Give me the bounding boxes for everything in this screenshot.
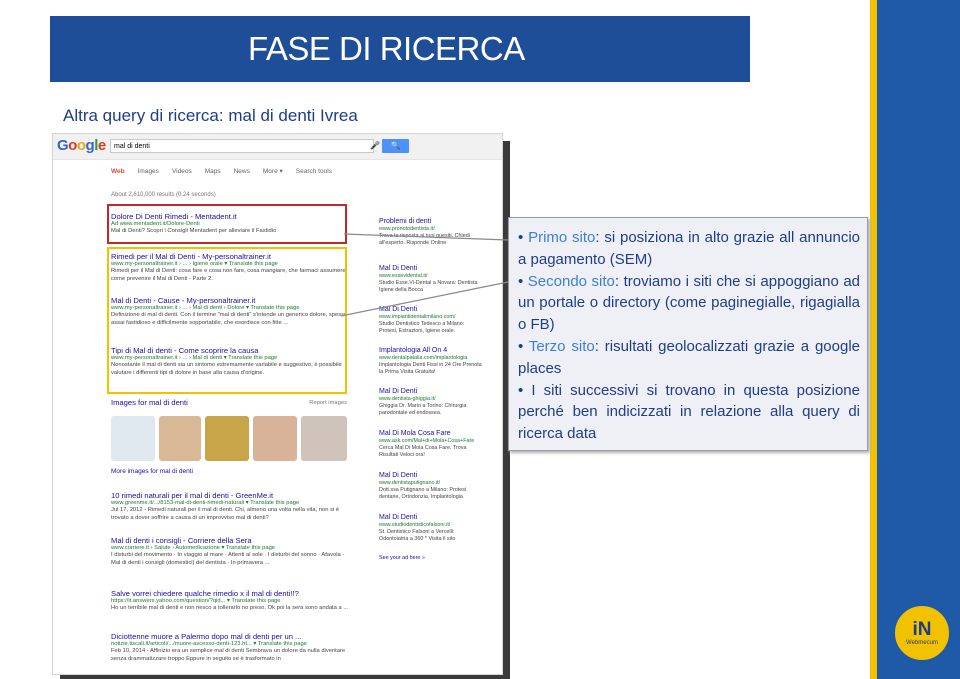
callout-item: • Terzo sito: risultati geolocalizzati g…: [518, 337, 860, 377]
callout-list: • Primo sito: si posiziona in alto grazi…: [518, 227, 860, 445]
callout-item: • I siti successivi si trovano in questa…: [518, 381, 860, 443]
result-title[interactable]: 10 rimedi naturali per il mal di denti -…: [111, 491, 351, 500]
brand-logo-sub: Webmecum: [906, 639, 938, 646]
callout-box: • Primo sito: si posiziona in alto grazi…: [508, 217, 868, 451]
result-title[interactable]: Mal di denti i consigli - Corriere della…: [111, 536, 351, 545]
search-input[interactable]: mal di denti: [110, 139, 374, 153]
local-url[interactable]: www.ask.com/Mal+di+Mola+Cosa+Fare: [379, 438, 484, 445]
local-url[interactable]: www.pronotodentista.it/: [379, 226, 484, 233]
local-title[interactable]: Problemi di denti: [379, 218, 484, 226]
local-url[interactable]: www.dentalpatalia.com/implantologia: [379, 355, 484, 362]
local-snippet: Ghiggia Dr. Mario a Torino: Chirurgia pa…: [379, 403, 467, 416]
local-result-4: Implantologia All On 4 www.dentalpatalia…: [379, 347, 484, 376]
search-tabs: Web Images Videos Maps News More ▾ Search tool…: [111, 167, 345, 175]
local-result-8: Mal Di Denti www.studiodentisticofalsoni…: [379, 514, 484, 543]
result-snippet: Jul 17, 2012 - Rimedi naturali per il ma…: [111, 507, 340, 521]
local-snippet: Studio Esse.Vi-Dental a Novara: Dentista…: [379, 280, 478, 293]
local-url[interactable]: www.studiodentisticofalsoni.it/: [379, 522, 484, 529]
local-snippet: Dott.ssa Putignano a Milano: Protesi den…: [379, 487, 467, 500]
local-snippet: Cerca Mal Di Mola Cosa Fare. Trova Risul…: [379, 445, 467, 458]
image-thumb[interactable]: [159, 416, 201, 461]
local-result-3: Mal Di Denti www.impiantidentalimilano.c…: [379, 306, 484, 335]
tab-images[interactable]: Images: [138, 168, 159, 175]
result-snippet: I disturbi del movimento · In viaggio al…: [111, 552, 345, 566]
image-strip: [111, 416, 351, 461]
local-result-5: Mal Di Denti www.dentista-ghiggia.it/ Gh…: [379, 388, 484, 417]
result-url[interactable]: www.greenme.it/.../8153-mal-di-denti-rim…: [111, 500, 351, 507]
local-url[interactable]: www.dentistaputignano.it/: [379, 480, 484, 487]
google-header: Google mal di denti 🎤 🔍: [53, 134, 502, 160]
result-title[interactable]: Diciottenne muore a Palermo dopo mal di …: [111, 632, 351, 641]
google-logo[interactable]: Google: [57, 137, 106, 154]
result-url[interactable]: notizie.tiscali.it/articoli/.../muore-as…: [111, 641, 351, 648]
local-title[interactable]: Mal Di Mola Cosa Fare: [379, 430, 484, 438]
image-thumb[interactable]: [111, 416, 155, 461]
local-title[interactable]: Mal Di Denti: [379, 514, 484, 522]
brand-logo: iN Webmecum: [893, 604, 951, 662]
image-thumb[interactable]: [301, 416, 347, 461]
more-images-link[interactable]: More images for mal di denti: [111, 468, 193, 475]
local-title[interactable]: Mal Di Denti: [379, 472, 484, 480]
slide-subtitle: Altra query di ricerca: mal di denti Ivr…: [63, 106, 358, 125]
local-title[interactable]: Mal Di Denti: [379, 265, 484, 273]
callout-item: • Secondo sito: troviamo i siti che si a…: [518, 272, 861, 334]
tab-more[interactable]: More ▾: [263, 168, 283, 175]
callout-item: • Primo sito: si posiziona in alto grazi…: [518, 229, 861, 268]
tab-maps[interactable]: Maps: [205, 168, 221, 175]
search-button[interactable]: 🔍: [382, 139, 409, 153]
image-thumb[interactable]: [205, 416, 249, 461]
local-snippet: St. Dentistico Falsoni a Vercelli: Odont…: [379, 529, 456, 542]
tab-videos[interactable]: Videos: [172, 168, 192, 175]
local-snippet: Implantologia Denti Fissi in 24 Ore Pren…: [379, 362, 482, 375]
see-ad-link[interactable]: See your ad here »: [379, 555, 484, 562]
directory-highlight-box: [107, 247, 347, 394]
local-url[interactable]: www.essevidental.it/: [379, 273, 484, 280]
result-5: Mal di denti i consigli - Corriere della…: [111, 536, 351, 567]
tab-web[interactable]: Web: [111, 168, 125, 175]
local-url[interactable]: www.dentista-ghiggia.it/: [379, 396, 484, 403]
local-result-6: Mal Di Mola Cosa Fare www.ask.com/Mal+di…: [379, 430, 484, 459]
local-snippet: Studio Dentistico Tedesco a Milano: Prot…: [379, 321, 465, 334]
local-title[interactable]: Implantologia All On 4: [379, 347, 484, 355]
local-result-7: Mal Di Denti www.dentistaputignano.it/ D…: [379, 472, 484, 501]
images-header-row: Images for mal di denti Report images: [111, 398, 351, 408]
ad-highlight-box: [107, 204, 347, 244]
local-result-1: Problemi di denti www.pronotodentista.it…: [379, 218, 484, 247]
yellow-accent-bar: [870, 0, 877, 679]
slide-title: FASE DI RICERCA: [248, 30, 525, 67]
local-title[interactable]: Mal Di Denti: [379, 388, 484, 396]
blue-accent-bar: [877, 0, 960, 679]
result-4: 10 rimedi naturali per il mal di denti -…: [111, 491, 351, 522]
local-url[interactable]: www.impiantidentalimilano.com/: [379, 314, 484, 321]
result-7: Diciottenne muore a Palermo dopo mal di …: [111, 632, 351, 663]
result-title[interactable]: Salve vorrei chiedere qualche rimedio x …: [111, 589, 351, 598]
local-snippet: Trova la risposta ai tuoi quesiti. Chied…: [379, 233, 470, 246]
report-images[interactable]: Report images: [309, 400, 347, 407]
local-title[interactable]: Mal Di Denti: [379, 306, 484, 314]
result-url[interactable]: https://it.answers.yahoo.com/question/?q…: [111, 598, 351, 605]
local-result-2: Mal Di Denti www.essevidental.it/ Studio…: [379, 265, 484, 294]
results-count: About 2,610,000 results (0.24 seconds): [111, 192, 216, 198]
mic-icon[interactable]: 🎤: [370, 141, 380, 150]
result-snippet: Feb 10, 2014 - Affinizio era un semplice…: [111, 648, 346, 662]
more-images-row: More images for mal di denti: [111, 467, 351, 476]
brand-logo-text: iN: [912, 618, 932, 640]
tab-search-tools[interactable]: Search tools: [296, 168, 332, 175]
result-url[interactable]: www.corriere.it › Salute › Automedicazio…: [111, 545, 351, 552]
result-snippet: Ho un terribile mal di denti e non riesc…: [111, 605, 349, 612]
image-thumb[interactable]: [253, 416, 297, 461]
tab-news[interactable]: News: [234, 168, 250, 175]
images-header[interactable]: Images for mal di denti: [111, 398, 188, 407]
result-6: Salve vorrei chiedere qualche rimedio x …: [111, 589, 351, 613]
google-screenshot: Google mal di denti 🎤 🔍 Web Images Videos M…: [52, 133, 503, 675]
